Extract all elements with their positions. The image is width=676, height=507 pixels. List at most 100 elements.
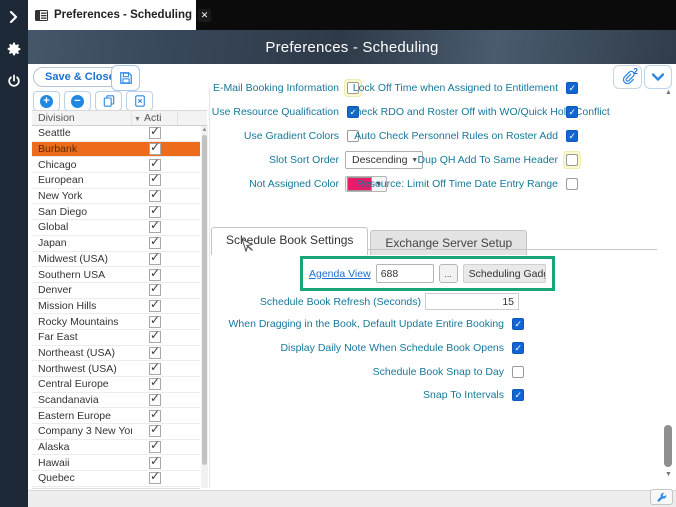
snap-to-intervals-checkbox[interactable] (512, 389, 524, 401)
app-rail (0, 0, 28, 507)
excel-file-icon (134, 95, 145, 107)
table-row[interactable]: Northeast (USA) (32, 344, 200, 362)
scroll-up-icon[interactable]: ▲ (201, 126, 208, 134)
table-row[interactable]: Hawaii (32, 454, 200, 472)
auto-check-personnel-checkbox[interactable] (566, 130, 578, 142)
check-icon (149, 218, 161, 234)
division-active-checkbox[interactable] (132, 218, 178, 234)
main-scrollbar[interactable]: ▲ ▼ (662, 88, 675, 480)
table-row[interactable]: Japan (32, 234, 200, 252)
tab-exchange-server-setup[interactable]: Exchange Server Setup (370, 230, 528, 255)
division-active-checkbox[interactable] (132, 469, 178, 485)
division-active-checkbox[interactable] (132, 281, 178, 297)
division-name: Eastern Europe (38, 409, 111, 422)
table-row[interactable]: Denver (32, 281, 200, 299)
refresh-input[interactable] (425, 293, 519, 310)
table-row[interactable]: Southern USA (32, 266, 200, 283)
division-active-checkbox[interactable] (132, 344, 178, 359)
wrench-icon (657, 492, 667, 502)
scrollbar-thumb[interactable] (202, 135, 207, 465)
check-icon (149, 281, 161, 297)
table-row[interactable]: Far East (32, 328, 200, 346)
copy-button[interactable] (95, 91, 122, 111)
division-active-checkbox[interactable] (132, 407, 178, 422)
column-header-division[interactable]: Division (32, 111, 132, 125)
division-active-checkbox[interactable] (132, 422, 178, 438)
browse-button[interactable]: ... (438, 264, 458, 283)
tab-schedule-book-settings[interactable]: Schedule Book Settings (211, 227, 369, 255)
division-active-checkbox[interactable] (132, 203, 178, 218)
agenda-view-link[interactable]: Agenda View (309, 268, 371, 280)
dup-qh-checkbox[interactable] (566, 154, 578, 166)
limit-off-time-label: Resource: Limit Off Time Date Entry Rang… (356, 178, 558, 190)
division-active-checkbox[interactable] (132, 391, 178, 407)
expand-sidebar-icon[interactable] (5, 8, 23, 26)
division-active-checkbox[interactable] (132, 297, 178, 312)
dragging-update-checkbox[interactable] (512, 318, 524, 330)
table-row[interactable]: Northwest (USA) (32, 360, 200, 377)
table-row[interactable]: Eastern Europe (32, 407, 200, 425)
division-active-checkbox[interactable] (132, 126, 178, 140)
limit-off-time-checkbox[interactable] (566, 178, 578, 190)
division-active-checkbox[interactable] (132, 187, 178, 203)
email-booking-label: E-Mail Booking Information (212, 82, 339, 94)
division-active-checkbox[interactable] (132, 234, 178, 250)
division-active-checkbox[interactable] (132, 360, 178, 375)
division-active-checkbox[interactable] (132, 375, 178, 391)
table-row[interactable]: Quebec (32, 469, 200, 487)
division-name: Japan (38, 237, 67, 250)
table-row[interactable]: Central Europe (32, 375, 200, 393)
division-active-checkbox[interactable] (132, 140, 178, 156)
table-row[interactable]: Company 3 New York (32, 422, 200, 440)
power-icon[interactable] (5, 72, 23, 90)
scrollbar-thumb[interactable] (664, 425, 672, 467)
table-row[interactable]: Burbank (32, 140, 200, 158)
table-row[interactable]: New York (32, 187, 200, 205)
table-row[interactable]: Scandanavia (32, 391, 200, 409)
column-header-active[interactable]: ▼ Acti (132, 111, 178, 125)
table-row[interactable]: Chicago (32, 156, 200, 174)
export-excel-button[interactable] (126, 91, 153, 111)
settings-column-right: Lock Off Time when Assigned to Entitleme… (348, 76, 610, 196)
division-active-checkbox[interactable] (132, 454, 178, 469)
check-rdo-checkbox[interactable] (566, 106, 578, 118)
lock-off-time-checkbox[interactable] (566, 82, 578, 94)
gear-icon[interactable] (5, 40, 23, 58)
table-row[interactable]: Global (32, 218, 200, 236)
scroll-down-icon[interactable]: ▼ (662, 470, 675, 480)
close-icon[interactable]: ✕ (198, 8, 212, 22)
table-row[interactable]: Midwest (USA) (32, 250, 200, 268)
check-icon (149, 140, 161, 156)
division-name: Rocky Mountains (38, 315, 119, 328)
division-active-checkbox[interactable] (132, 438, 178, 454)
save-button[interactable] (111, 65, 140, 91)
daily-note-checkbox[interactable] (512, 342, 524, 354)
division-name: Southern USA (38, 268, 106, 281)
table-row[interactable]: Alaska (32, 438, 200, 456)
division-active-checkbox[interactable] (132, 328, 178, 344)
table-row[interactable]: Mission Hills (32, 297, 200, 315)
division-name: New York (38, 190, 83, 203)
table-row[interactable]: Rocky Mountains (32, 313, 200, 330)
division-active-checkbox[interactable] (132, 250, 178, 265)
add-division-button[interactable]: + (33, 91, 60, 111)
division-list-scrollbar[interactable]: ▲ (201, 126, 208, 488)
agenda-view-highlight-box: Agenda View ... Scheduling Gadget (300, 256, 555, 291)
floppy-icon (119, 72, 132, 84)
table-row[interactable]: Seattle (32, 126, 200, 142)
division-active-checkbox[interactable] (132, 313, 178, 328)
table-row[interactable]: European (32, 171, 200, 189)
table-row[interactable]: San Diego (32, 203, 200, 221)
remove-division-button[interactable]: − (64, 91, 91, 111)
tab-preferences-scheduling[interactable]: Preferences - Scheduling ✕ (28, 0, 212, 30)
division-active-checkbox[interactable] (132, 171, 178, 187)
agenda-view-input[interactable] (375, 264, 434, 283)
snap-to-intervals-row: Snap To Intervals (211, 387, 526, 403)
division-active-checkbox[interactable] (132, 156, 178, 171)
division-active-checkbox[interactable] (132, 266, 178, 281)
check-icon (149, 438, 161, 454)
snap-to-day-checkbox[interactable] (512, 366, 524, 378)
scroll-up-icon[interactable]: ▲ (662, 88, 675, 98)
settings-tools-button[interactable] (650, 489, 673, 505)
window-tab-bar: Preferences - Scheduling ✕ (28, 0, 676, 30)
